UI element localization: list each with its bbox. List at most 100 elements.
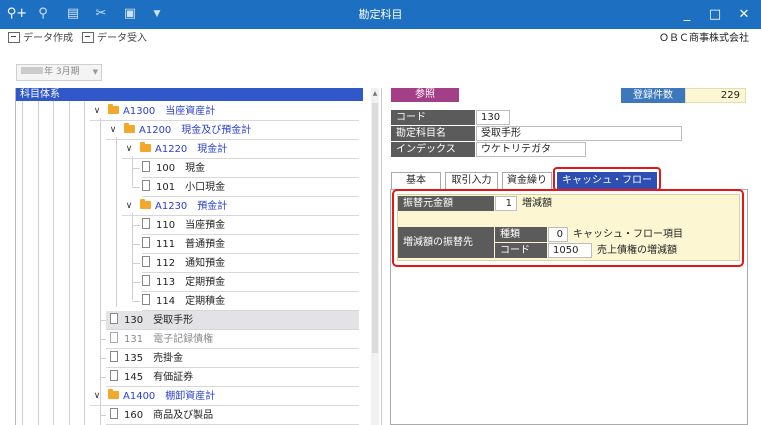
tree-branch [100,320,106,321]
tree-row-account[interactable]: 110 当座預金 [132,216,359,235]
tree-row-name: 定期積金 [185,296,226,307]
reference-button[interactable]: 参照 [391,88,459,102]
tree-row-code: 110 [156,220,176,231]
tree-row-name: 売掛金 [153,353,184,364]
document-icon [110,370,118,381]
tab-cash-management[interactable]: 資金繰り [502,172,552,189]
tree-branch [132,301,140,302]
import-data-label: データ受入 [97,33,147,44]
tree-row-account[interactable]: 100 現金 [132,159,359,178]
tree-row-group[interactable]: ∨ A1300 当座資産計 [90,102,359,121]
import-data-button[interactable]: データ受入 [82,31,147,47]
tree-row-name: 現金及び預金計 [181,125,252,136]
tree-row-account[interactable]: 112 通知預金 [132,254,359,273]
tree-branch [132,263,140,264]
tree-row-account[interactable]: 135 売掛金 [100,349,359,368]
folder-icon [124,123,135,133]
record-count-value: 229 [685,88,746,103]
document-icon [142,256,150,267]
company-name: ＯＢＣ商事株式会社 [659,33,749,44]
period-select[interactable]: 年 3月期 ▼ [16,64,102,81]
index-field[interactable]: ウケトリテガタ [476,142,586,157]
code-field[interactable]: 130 [476,110,510,125]
document-icon [142,237,150,248]
toolbar: データ作成 データ受入 ＯＢＣ商事株式会社 [0,29,761,49]
minimize-button[interactable]: _ [672,0,702,29]
scroll-up-icon[interactable]: ▲ [371,90,379,97]
tree-row-account-selected[interactable]: 130 受取手形 [100,311,359,330]
highlight-frame [553,167,661,191]
tree-row-account[interactable]: 113 定期預金 [132,273,359,292]
import-data-icon [82,32,94,43]
highlight-frame [392,189,744,267]
tree-branch [100,415,106,416]
tree-row-account[interactable]: 101 小口現金 [132,178,359,197]
tree-row-group[interactable]: ∨ A1400 棚卸資産計 [90,387,359,406]
tree-branch [100,339,106,340]
tree-row-group[interactable]: ∨ A1230 預金計 [122,197,359,216]
tree-row-code: 101 [156,182,176,193]
tree-row-name: 有価証券 [153,372,194,383]
tree-row-code: 135 [124,353,144,364]
account-name-field[interactable]: 受取手形 [476,126,682,141]
tree-row-name: 電子記録債権 [153,334,214,345]
tree-row-code: 131 [124,334,144,345]
tree-row-account[interactable]: 111 普通預金 [132,235,359,254]
document-icon [142,294,150,305]
tree-row-code: A1220 [155,144,188,155]
tree-row-code: A1400 [123,391,156,402]
tree-row-name: 棚卸資産計 [165,391,216,402]
tree-guide-line [38,101,39,425]
code-label: コード [391,110,475,125]
tree-row-name: 現金 [185,163,206,174]
chevron-down-icon[interactable]: ∨ [92,387,102,406]
close-button[interactable]: ✕ [729,0,759,29]
title-bar: ⚲+ ⚲ ▤ ✂ ▣ ▼ 勘定科目 _ □ ✕ [0,0,761,29]
tree-row-group[interactable]: ∨ A1220 現金計 [122,140,359,159]
create-data-icon [8,32,20,43]
document-icon [110,313,118,324]
tree-row-name: 商品及び製品 [153,410,214,421]
maximize-button[interactable]: □ [700,0,730,29]
tree-row-name: 普通預金 [185,239,226,250]
period-year-redacted [21,67,43,74]
tree-branch [100,377,106,378]
tree-row-name: 現金計 [197,144,228,155]
tree-row-code: 114 [156,296,176,307]
tree-row-code: A1200 [139,125,172,136]
chevron-down-icon[interactable]: ∨ [124,197,134,216]
chevron-down-icon[interactable]: ∨ [124,140,134,159]
tree-branch [132,168,140,169]
tree-row-name: 定期預金 [185,277,226,288]
create-data-button[interactable]: データ作成 [8,31,73,47]
tab-transaction-input[interactable]: 取引入力 [445,172,498,189]
account-tree-panel: 科目体系 ∨ A1300 当座資産計 ∨ A1200 現金及び預金計 ∨ A1220… [15,88,363,425]
tree-row-account[interactable]: 131 電子記録債権 [100,330,359,349]
tree-row-group[interactable]: ∨ A1200 現金及び預金計 [106,121,359,140]
tree-row-code: 145 [124,372,144,383]
panel-divider[interactable] [381,88,382,425]
tree-guide-line [22,101,23,425]
chevron-down-icon[interactable]: ∨ [108,121,118,140]
tree-branch [132,225,140,226]
document-icon [110,332,118,343]
tab-basic[interactable]: 基本 [391,172,441,189]
tree-row-name: 当座預金 [185,220,226,231]
tree-row-name: 預金計 [197,201,228,212]
tree-row-account[interactable]: 114 定期積金 [132,292,359,311]
scrollbar-thumb[interactable] [372,103,378,353]
tree-scrollbar[interactable]: ▲ [371,88,379,425]
tree-row-account[interactable]: 145 有価証券 [100,368,359,387]
chevron-down-icon[interactable]: ∨ [92,102,102,121]
tree-header: 科目体系 [16,88,363,101]
document-icon [110,408,118,419]
tree-row-name: 通知預金 [185,258,226,269]
document-icon [142,275,150,286]
tree-row-account[interactable]: 160 商品及び製品 [100,406,359,425]
tree-row-code: 160 [124,410,144,421]
tree-branch [100,358,106,359]
index-label: インデックス [391,142,475,157]
account-name-label: 勘定科目名 [391,126,475,141]
document-icon [110,351,118,362]
tree-row-code: 111 [156,239,176,250]
